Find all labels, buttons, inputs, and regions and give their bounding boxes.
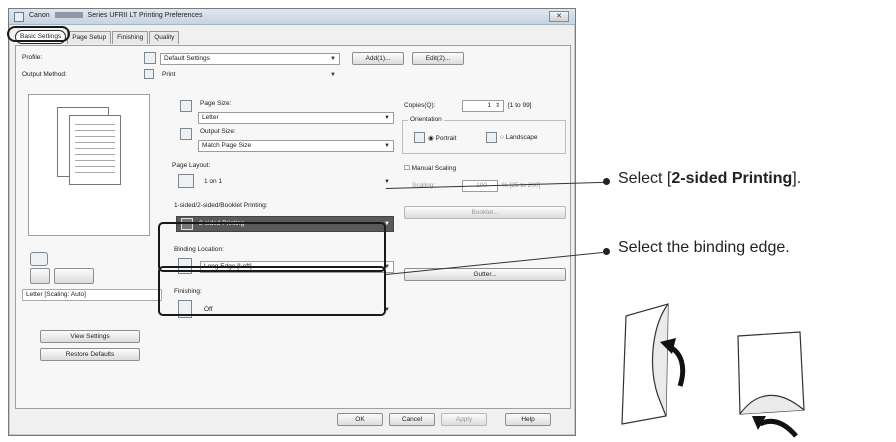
callout-suffix: ]. [792, 170, 802, 187]
redacted-model-name [54, 12, 83, 19]
apply-button[interactable]: Apply [441, 413, 487, 426]
landscape-icon [486, 132, 497, 143]
page-preview [28, 94, 150, 236]
page-layout-icon [178, 174, 194, 188]
chevron-down-icon: ▼ [384, 143, 390, 149]
landscape-option[interactable]: ○ Landscape [500, 134, 538, 141]
long-edge-binding-illustration [621, 303, 686, 425]
window-title-prefix: Canon [29, 12, 50, 19]
output-size-label: Output Size: [200, 128, 236, 135]
page-size-icon [180, 100, 192, 112]
copies-label: Copies(Q): [404, 102, 436, 109]
manual-scaling-label: Manual Scaling [411, 165, 457, 172]
copies-range: [1 to 99] [508, 102, 532, 109]
callout-bold: 2-sided Printing [671, 170, 793, 187]
profile-value: Default Settings [164, 55, 210, 62]
preview-caption: Letter [Scaling: Auto] [22, 289, 162, 301]
orientation-group [402, 120, 566, 154]
chevron-down-icon: ▼ [330, 56, 336, 62]
manual-scaling-checkbox[interactable]: ☐ Manual Scaling [404, 164, 456, 172]
output-size-select[interactable]: Match Page Size ▼ [198, 140, 394, 152]
print-icon [144, 69, 154, 79]
binding-highlight [158, 266, 386, 316]
preview-page-front [69, 115, 121, 185]
portrait-label: Portrait [435, 135, 457, 142]
restore-defaults-button[interactable]: Restore Defaults [40, 348, 140, 361]
page-size-label: Page Size: [200, 100, 232, 107]
chevron-down-icon: ▼ [384, 179, 390, 185]
window-title-suffix: Series UFRII LT Printing Preferences [87, 12, 203, 19]
booklet-button[interactable]: Booklet... [404, 206, 566, 219]
printer-app-icon [14, 12, 24, 22]
profile-edit-button[interactable]: Edit(2)... [412, 52, 464, 65]
page-size-value: Letter [202, 114, 219, 121]
output-method-select[interactable]: Print ▼ [158, 69, 340, 81]
printer-icon [30, 252, 48, 266]
tab-quality[interactable]: Quality [149, 31, 180, 44]
portrait-icon [414, 132, 425, 143]
layout-view-button[interactable] [30, 268, 50, 284]
output-size-icon [180, 128, 192, 140]
output-method-value: Print [162, 71, 176, 78]
page-size-select[interactable]: Letter ▼ [198, 112, 394, 124]
duplex-label: 1-sided/2-sided/Booklet Printing: [174, 202, 268, 209]
basic-settings-tab-highlight [7, 26, 70, 42]
callout-dot-duplex [603, 178, 610, 185]
short-edge-arrow [758, 418, 798, 438]
portrait-option[interactable]: ◉ Portrait [428, 134, 456, 142]
output-size-value: Match Page Size [202, 142, 252, 149]
close-button[interactable]: ✕ [549, 11, 569, 22]
page-layout-select[interactable]: 1 on 1 ▼ [200, 176, 394, 188]
preview-caption-text: Letter [Scaling: Auto] [26, 291, 86, 298]
title-bar: Canon Series UFRII LT Printing Preferenc… [9, 9, 575, 25]
help-button[interactable]: Help [505, 413, 551, 426]
short-edge-binding-illustration [737, 331, 805, 438]
landscape-label: Landscape [505, 134, 538, 141]
cancel-button[interactable]: Cancel [389, 413, 435, 426]
settings-view-button[interactable] [54, 268, 94, 284]
window-title: Canon Series UFRII LT Printing Preferenc… [29, 12, 202, 19]
chevron-down-icon: ▼ [384, 115, 390, 121]
callout-select-duplex: Select [2-sided Printing]. [618, 170, 801, 188]
callout-binding-edge: Select the binding edge. [618, 239, 790, 256]
callout-prefix: Select [ [618, 170, 672, 187]
profile-icon [144, 52, 156, 64]
profile-label: Profile: [22, 54, 43, 61]
duplex-highlight [158, 222, 386, 272]
spinner-icon: ⇕ [494, 103, 500, 109]
tab-page-setup[interactable]: Page Setup [67, 31, 112, 44]
view-settings-button[interactable]: View Settings [40, 330, 140, 343]
tab-finishing[interactable]: Finishing [112, 31, 149, 44]
copies-value: 1 [487, 102, 491, 109]
profile-add-button[interactable]: Add(1)... [352, 52, 404, 65]
page-layout-label: Page Layout: [172, 162, 211, 169]
orientation-label: Orientation [408, 116, 444, 123]
copies-stepper[interactable]: 1 ⇕ [462, 100, 504, 112]
page-layout-value: 1 on 1 [204, 178, 223, 185]
chevron-down-icon: ▼ [330, 72, 336, 78]
output-method-label: Output Method: [22, 71, 67, 78]
profile-select[interactable]: Default Settings ▼ [160, 53, 340, 65]
callout-dot-binding [603, 248, 610, 255]
ok-button[interactable]: OK [337, 413, 383, 426]
